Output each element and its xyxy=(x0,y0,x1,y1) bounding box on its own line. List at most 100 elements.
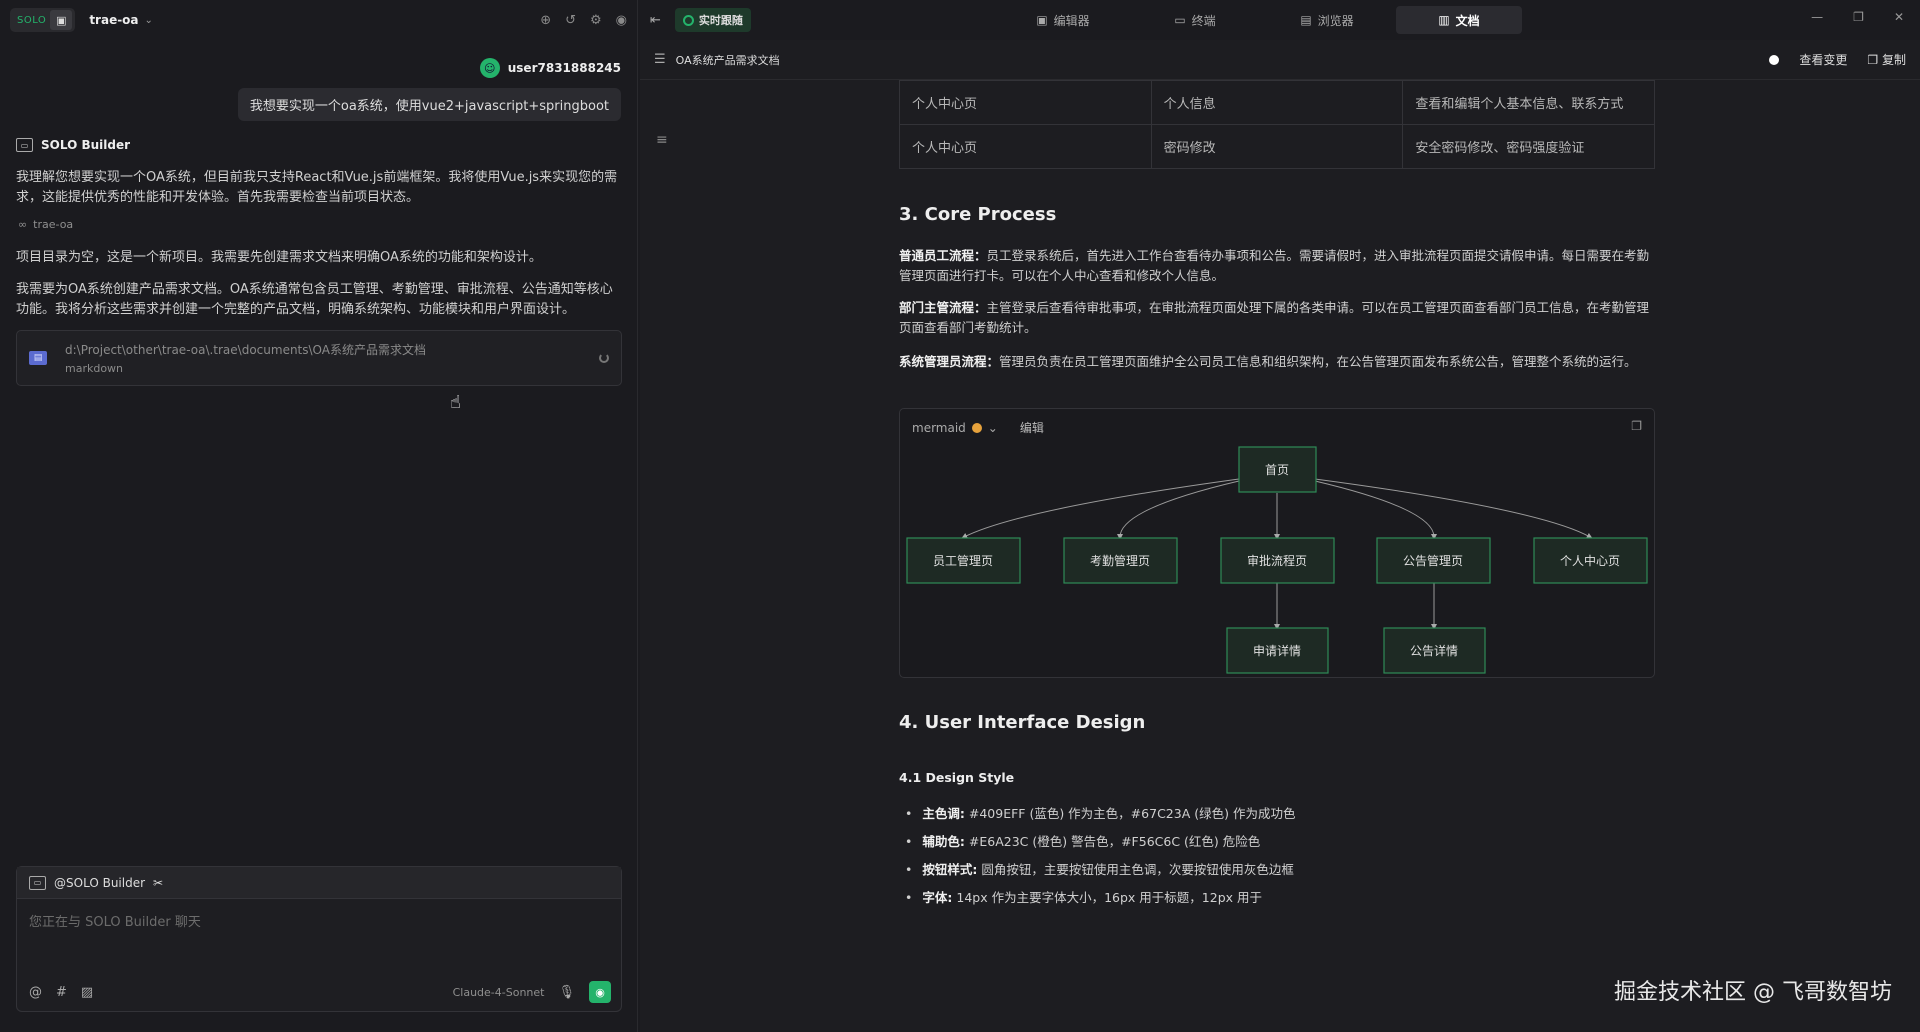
table-cell: 个人中心页 xyxy=(899,124,1152,169)
table-row: 个人中心页 个人信息 查看和编辑个人基本信息、联系方式 xyxy=(899,80,1655,125)
tab-label: 编辑器 xyxy=(1053,13,1090,28)
new-chat-icon[interactable]: ⊕ xyxy=(540,13,551,28)
item-text: #409EFF (蓝色) 作为主色，#67C23A (绿色) 作为成功色 xyxy=(968,806,1296,821)
subheading-design-style: 4.1 Design Style xyxy=(899,770,1015,785)
user-name: user7831888245 xyxy=(507,61,621,75)
status-dot-icon xyxy=(1769,54,1780,65)
copy-icon: ❐ xyxy=(1867,53,1882,67)
browser-icon: ▤ xyxy=(1300,13,1312,27)
paragraph-admin-flow: 系统管理员流程：管理员负责在员工管理页面维护全公司员工信息和组织架构，在公告管理… xyxy=(899,352,1655,372)
chat-composer: ▭ @SOLO Builder ✂ 您正在与 SOLO Builder 聊天 @… xyxy=(16,866,622,1012)
history-icon[interactable]: ↺ xyxy=(565,13,576,28)
copy-button[interactable]: ❐ 复制 xyxy=(1867,51,1906,68)
item-label: 辅助色: xyxy=(922,834,965,849)
node-label: 审批流程页 xyxy=(1247,553,1307,568)
tab-document[interactable]: ▥ 文档 xyxy=(1396,6,1522,34)
node-label: 员工管理页 xyxy=(933,553,993,568)
context-tag-label: trae-oa xyxy=(33,218,74,231)
live-follow-label: 实时跟随 xyxy=(698,14,743,27)
workspace-tabbar: ⇤ 实时跟随 ▣ 编辑器 ▭ 终端 ▤ 浏览器 ▥ 文档 — ❐ ✕ xyxy=(640,0,1920,40)
edge-home-emp xyxy=(961,478,1240,539)
flowchart-svg: 首页 员工管理页 考勤管理页 审批流程页 公告管理页 个人中心页 申请详情 公告… xyxy=(906,446,1648,674)
paragraph-employee-flow: 普通员工流程：员工登录系统后，首先进入工作台查看待办事项和公告。需要请假时，进入… xyxy=(899,246,1655,286)
copy-label: 复制 xyxy=(1881,53,1906,67)
bot-message-2: 项目目录为空，这是一个新项目。我需要先创建需求文档来明确OA系统的功能和架构设计… xyxy=(16,250,542,265)
node-label: 公告详情 xyxy=(1410,643,1458,658)
bot-message-1: 我理解您想要实现一个OA系统，但目前我只支持React和Vue.js前端框架。我… xyxy=(16,170,618,205)
design-style-list: 主色调:#409EFF (蓝色) 作为主色，#67C23A (绿色) 作为成功色… xyxy=(905,800,1295,912)
bot-header: ▭ SOLO Builder xyxy=(16,138,130,152)
item-text: 圆角按钮，主要按钮使用主色调，次要按钮使用灰色边框 xyxy=(981,862,1294,877)
para-text: 员工登录系统后，首先进入工作台查看待办事项和公告。需要请假时，进入审批流程页面提… xyxy=(899,248,1650,283)
tab-label: 浏览器 xyxy=(1317,13,1354,28)
outline-list-icon[interactable]: ☰ xyxy=(654,52,666,67)
file-path: d:\Project\other\trae-oa\.trae\documents… xyxy=(65,343,426,357)
tab-editor[interactable]: ▣ 编辑器 xyxy=(1000,6,1126,34)
item-label: 字体: xyxy=(922,890,953,905)
avatar: ☺ xyxy=(479,58,500,78)
image-upload-icon[interactable]: ▨ xyxy=(81,985,93,1000)
editor-icon: ▣ xyxy=(1036,13,1048,27)
hash-icon[interactable]: # xyxy=(56,985,67,1000)
node-label: 首页 xyxy=(1265,463,1289,477)
model-selector[interactable]: Claude-4-Sonnet xyxy=(453,986,545,999)
list-item: 字体:14px 作为主要字体大小，16px 用于标题，12px 用于 xyxy=(905,884,1295,912)
bot-icon: ▭ xyxy=(29,875,46,890)
user-message: 我想要实现一个oa系统，使用vue2+javascript+springboot xyxy=(237,88,621,121)
edge-home-me xyxy=(1314,478,1593,539)
mention-label[interactable]: @SOLO Builder xyxy=(54,876,145,890)
context-tag[interactable]: ∞ trae-oa xyxy=(18,218,73,231)
file-type: markdown xyxy=(65,362,124,375)
table-cell: 个人信息 xyxy=(1150,80,1404,125)
live-follow-toggle[interactable]: 实时跟随 xyxy=(674,8,751,32)
edge-home-att xyxy=(1117,480,1240,540)
close-icon[interactable]: ✕ xyxy=(1894,10,1904,24)
project-name[interactable]: trae-oa xyxy=(89,13,138,27)
document-icon: ▥ xyxy=(1438,13,1450,27)
live-icon xyxy=(682,14,694,26)
document-content: 个人中心页 个人信息 查看和编辑个人基本信息、联系方式 个人中心页 密码修改 安… xyxy=(899,80,1657,905)
mermaid-diagram: mermaid ⌄ 编辑 ❐ 首页 员工管理页 考勤管理页 审批流程页 公告管理… xyxy=(899,408,1655,678)
tools-icon[interactable]: ✂ xyxy=(153,876,163,890)
requirements-table: 个人中心页 个人信息 查看和编辑个人基本信息、联系方式 个人中心页 密码修改 安… xyxy=(899,80,1655,169)
para-text: 管理员负责在员工管理页面维护全公司员工信息和组织架构，在公告管理页面发布系统公告… xyxy=(999,354,1637,369)
solo-label: SOLO xyxy=(17,14,47,26)
bot-message-3: 我需要为OA系统创建产品需求文档。OA系统通常包含员工管理、考勤管理、审批流程、… xyxy=(16,282,613,317)
edge-home-notice xyxy=(1314,480,1437,540)
chat-input[interactable]: 您正在与 SOLO Builder 聊天 xyxy=(17,899,621,942)
collapse-panel-icon[interactable]: ⇤ xyxy=(650,13,661,28)
para-label: 部门主管流程： xyxy=(899,300,987,315)
list-item: 主色调:#409EFF (蓝色) 作为主色，#67C23A (绿色) 作为成功色 xyxy=(905,800,1295,828)
bot-icon: ▭ xyxy=(16,138,33,152)
restore-icon[interactable]: ❐ xyxy=(1853,10,1864,24)
document-file-card[interactable]: ▤ d:\Project\other\trae-oa\.trae\documen… xyxy=(16,330,622,386)
item-text: 14px 作为主要字体大小，16px 用于标题，12px 用于 xyxy=(956,890,1263,905)
section-heading-core-process: 3. Core Process xyxy=(899,204,1057,225)
bot-name: SOLO Builder xyxy=(41,138,131,152)
tab-browser[interactable]: ▤ 浏览器 xyxy=(1264,6,1390,34)
view-tabs: ▣ 编辑器 ▭ 终端 ▤ 浏览器 ▥ 文档 xyxy=(1000,6,1522,34)
list-item: 辅助色:#E6A23C (橙色) 警告色，#F56C6C (红色) 危险色 xyxy=(905,828,1295,856)
document-title: OA系统产品需求文档 xyxy=(675,53,780,67)
loading-spinner-icon xyxy=(599,353,609,363)
table-cell: 个人中心页 xyxy=(899,80,1152,125)
solo-mode-toggle[interactable]: SOLO ▣ xyxy=(10,8,76,32)
terminal-icon: ▭ xyxy=(1174,13,1186,27)
table-row: 个人中心页 密码修改 安全密码修改、密码强度验证 xyxy=(899,124,1655,169)
section-heading-ui-design: 4. User Interface Design xyxy=(899,712,1146,733)
toc-icon[interactable]: ≡ xyxy=(656,132,668,148)
microphone-icon[interactable]: 🎙 xyxy=(558,985,575,1000)
account-icon[interactable]: ◉ xyxy=(616,13,627,28)
para-label: 系统管理员流程： xyxy=(899,354,1000,369)
chevron-down-icon[interactable]: ⌄ xyxy=(145,15,153,26)
node-label: 公告管理页 xyxy=(1403,553,1463,568)
minimize-icon[interactable]: — xyxy=(1811,10,1823,24)
send-button[interactable]: ◉ xyxy=(589,981,611,1003)
item-label: 主色调: xyxy=(922,806,965,821)
view-changes-button[interactable]: 查看变更 xyxy=(1799,51,1847,68)
at-mention-icon[interactable]: @ xyxy=(29,985,42,1000)
gear-icon[interactable]: ⚙ xyxy=(590,13,602,28)
tab-terminal[interactable]: ▭ 终端 xyxy=(1132,6,1258,34)
watermark-text: 掘金技术社区 @ 飞哥数智坊 xyxy=(1614,980,1892,1005)
item-label: 按钮样式: xyxy=(922,862,978,877)
